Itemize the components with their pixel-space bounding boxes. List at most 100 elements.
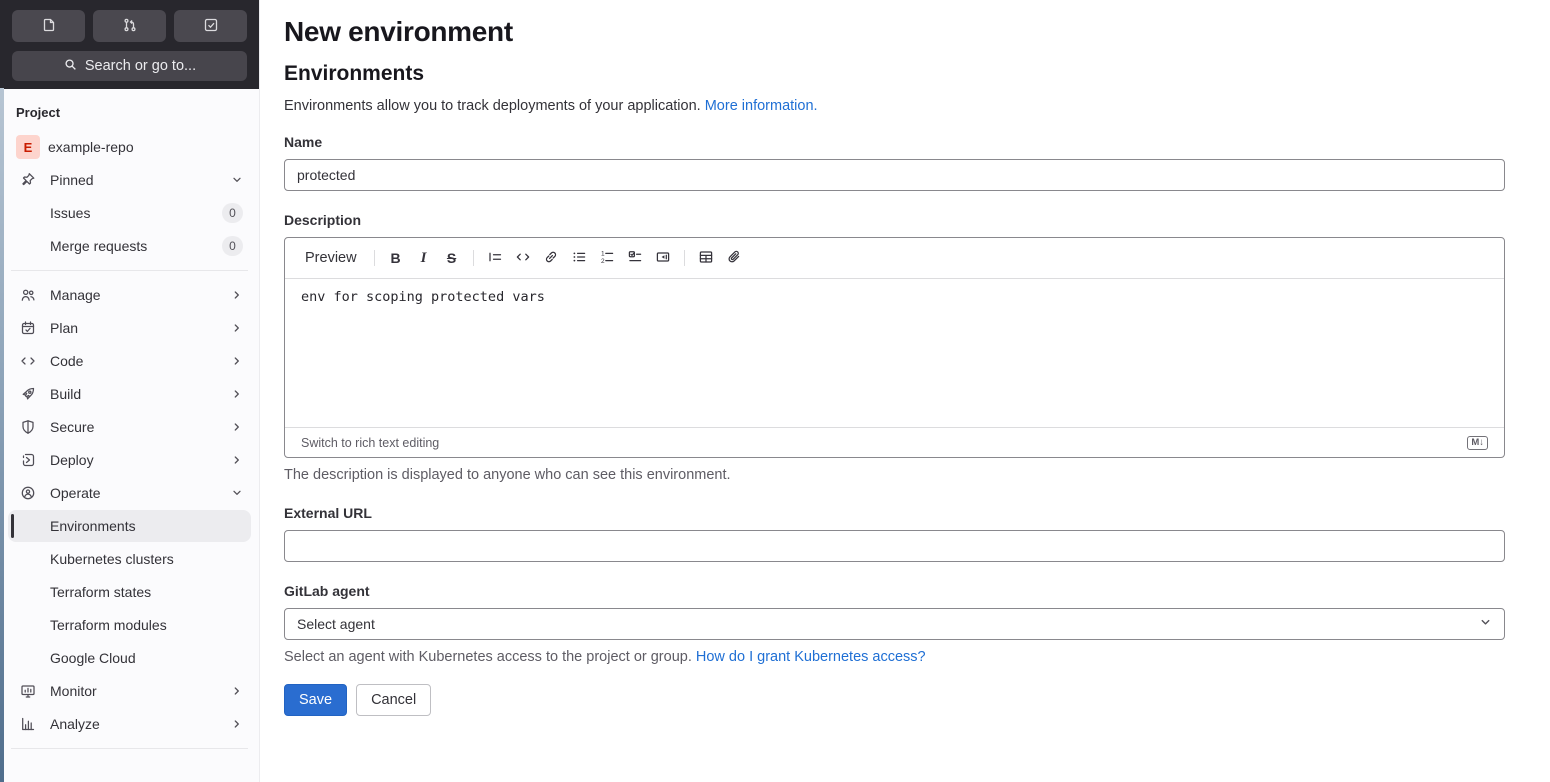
sidebar-item-terraform-modules[interactable]: Terraform modules — [8, 609, 251, 641]
agent-select[interactable]: Select agent — [284, 608, 1505, 640]
link-button[interactable] — [538, 245, 564, 271]
collapsible-section-button[interactable] — [650, 245, 676, 271]
code-icon — [20, 353, 36, 369]
form-actions: Save Cancel — [284, 684, 1505, 716]
table-icon — [698, 249, 714, 268]
sidebar-nav: Project E example-repo Pinned Issues 0 M… — [0, 89, 259, 749]
sidebar-item-label: Plan — [50, 320, 79, 336]
task-list-button[interactable] — [622, 245, 648, 271]
description-textarea[interactable]: env for scoping protected vars — [301, 289, 1488, 417]
name-input[interactable] — [284, 159, 1505, 191]
sidebar-item-issues[interactable]: Issues 0 — [8, 197, 251, 229]
merge-requests-button[interactable] — [93, 10, 166, 42]
chevron-right-icon — [231, 388, 243, 400]
code-button[interactable] — [510, 245, 536, 271]
bullet-list-button[interactable] — [566, 245, 592, 271]
strikethrough-icon: S — [446, 250, 457, 266]
search-label: Search or go to... — [84, 58, 197, 74]
agent-help-span: Select an agent with Kubernetes access t… — [284, 649, 692, 665]
sidebar-item-environments[interactable]: Environments — [8, 510, 251, 542]
more-information-link[interactable]: More information. — [705, 98, 818, 114]
sidebar-item-monitor[interactable]: Monitor — [8, 675, 251, 707]
chart-icon — [20, 716, 36, 732]
project-item[interactable]: E example-repo — [8, 131, 251, 163]
sidebar-item-label: Merge requests — [50, 238, 148, 254]
bold-button[interactable]: B — [383, 245, 409, 271]
search-icon — [63, 57, 78, 76]
agent-help-text: Select an agent with Kubernetes access t… — [284, 649, 1505, 665]
window-edge — [0, 88, 4, 782]
description-help-text: The description is displayed to anyone w… — [284, 467, 731, 483]
table-button[interactable] — [693, 245, 719, 271]
preview-tab[interactable]: Preview — [295, 246, 367, 270]
search-input[interactable]: Search or go to... — [12, 51, 247, 81]
italic-icon: I — [420, 249, 427, 266]
italic-button[interactable]: I — [411, 245, 437, 271]
page-title: New environment — [284, 16, 513, 47]
bold-icon: B — [390, 250, 401, 266]
project-name: example-repo — [48, 139, 134, 155]
chevron-down-icon — [1479, 616, 1492, 632]
issues-button[interactable] — [12, 10, 85, 42]
name-field-group: Name — [284, 134, 1505, 191]
sidebar-item-label: Google Cloud — [50, 650, 136, 666]
collapsible-section-icon — [655, 249, 671, 268]
monitor-icon — [20, 683, 36, 699]
external-url-input[interactable] — [284, 530, 1505, 562]
agent-select-value: Select agent — [297, 616, 375, 632]
sidebar-item-operate[interactable]: Operate — [8, 477, 251, 509]
users-icon — [20, 287, 36, 303]
pin-icon — [20, 172, 36, 188]
gitlab-agent-label: GitLab agent — [284, 583, 370, 599]
task-list-icon — [627, 249, 643, 268]
name-label: Name — [284, 134, 323, 150]
todo-list-button[interactable] — [174, 10, 247, 42]
sidebar-item-google-cloud[interactable]: Google Cloud — [8, 642, 251, 674]
sidebar-item-code[interactable]: Code — [8, 345, 251, 377]
todo-list-icon — [203, 17, 219, 36]
sidebar-item-label: Environments — [50, 518, 136, 534]
sidebar-item-kubernetes-clusters[interactable]: Kubernetes clusters — [8, 543, 251, 575]
sidebar-item-manage[interactable]: Manage — [8, 279, 251, 311]
topbar: Search or go to... — [0, 0, 259, 89]
markdown-icon[interactable]: M↓ — [1467, 435, 1488, 450]
svg-text:1: 1 — [601, 250, 605, 257]
external-url-label: External URL — [284, 505, 372, 521]
attach-file-button[interactable] — [721, 245, 747, 271]
sidebar-item-plan[interactable]: Plan — [8, 312, 251, 344]
calendar-icon — [20, 320, 36, 336]
sidebar-item-label: Monitor — [50, 683, 97, 699]
sidebar-item-label: Analyze — [50, 716, 100, 732]
issues-count-badge: 0 — [222, 203, 243, 223]
strikethrough-button[interactable]: S — [439, 245, 465, 271]
save-button[interactable]: Save — [284, 684, 348, 716]
sidebar-item-deploy[interactable]: Deploy — [8, 444, 251, 476]
cancel-button[interactable]: Cancel — [356, 684, 432, 716]
numbered-list-button[interactable]: 12 — [594, 245, 620, 271]
sidebar-item-build[interactable]: Build — [8, 378, 251, 410]
chevron-right-icon — [231, 421, 243, 433]
globe-icon — [20, 485, 36, 501]
sidebar-item-analyze[interactable]: Analyze — [8, 708, 251, 740]
merge-requests-count-badge: 0 — [222, 236, 243, 256]
switch-rich-text-link[interactable]: Switch to rich text editing — [301, 436, 439, 450]
sidebar-item-merge-requests[interactable]: Merge requests 0 — [8, 230, 251, 262]
chevron-down-icon — [231, 487, 243, 499]
toolbar-separator — [683, 250, 685, 266]
sidebar-item-secure[interactable]: Secure — [8, 411, 251, 443]
rocket-icon — [20, 386, 36, 402]
bullet-list-icon — [571, 249, 587, 268]
agent-field-group: GitLab agent Select agent Select an agen… — [284, 583, 1505, 665]
sidebar-item-label: Pinned — [50, 172, 94, 188]
quote-button[interactable] — [482, 245, 508, 271]
sidebar-divider — [11, 748, 248, 749]
sidebar-item-terraform-states[interactable]: Terraform states — [8, 576, 251, 608]
kubernetes-access-link[interactable]: How do I grant Kubernetes access? — [696, 649, 926, 665]
sidebar-item-label: Manage — [50, 287, 101, 303]
sidebar-item-pinned[interactable]: Pinned — [8, 164, 251, 196]
project-avatar: E — [16, 135, 40, 159]
chevron-right-icon — [231, 454, 243, 466]
toolbar-separator — [472, 250, 474, 266]
sidebar-item-label: Issues — [50, 205, 91, 221]
project-section-label: Project — [16, 105, 61, 120]
